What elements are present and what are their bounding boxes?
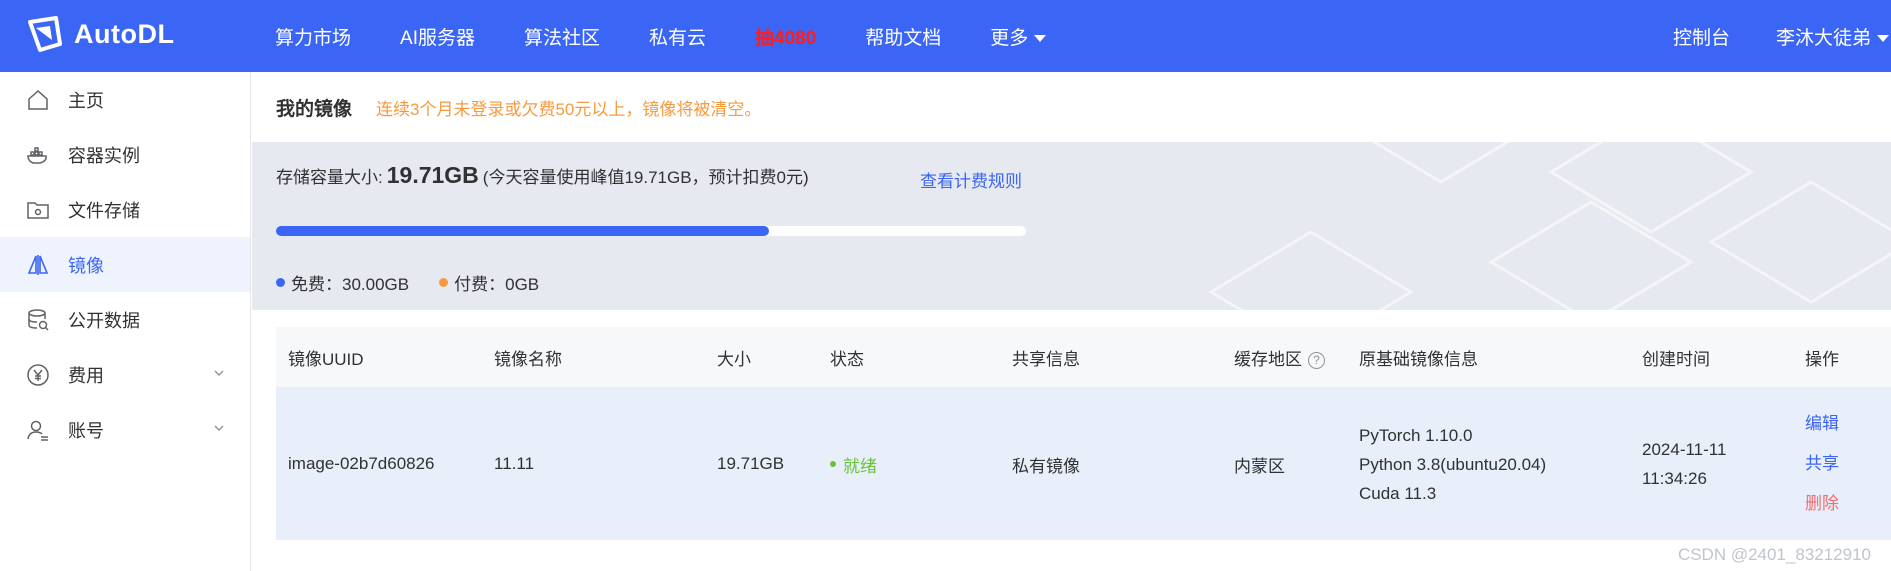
storage-progress-fill: [276, 226, 769, 236]
base-cuda: Cuda 11.3: [1359, 483, 1437, 503]
column-header-created: 创建时间: [1642, 349, 1710, 369]
legend-free-dot: [276, 278, 285, 287]
column-header-actions: 操作: [1805, 349, 1839, 369]
sidebar-item-label: 文件存储: [68, 200, 140, 221]
storage-legend: 免费：30.00GB 付费：0GB: [276, 270, 569, 295]
sidebar-item-account[interactable]: 账号: [0, 402, 250, 457]
image-name: 11.11: [494, 454, 535, 473]
sidebar: 主页 容器实例 文件存储 镜像 公开数据 费用 账号: [0, 72, 251, 571]
column-header-region: 缓存地区?: [1222, 345, 1347, 370]
logo-text: AutoDL: [74, 18, 175, 49]
sidebar-item-billing[interactable]: 费用: [0, 347, 250, 402]
status-label: 就绪: [843, 456, 877, 476]
base-pytorch: PyTorch 1.10.0: [1359, 425, 1473, 445]
column-header-uuid: 镜像UUID: [288, 349, 364, 369]
delete-button[interactable]: 删除: [1805, 484, 1891, 524]
legend-paid-dot: [439, 278, 449, 287]
watermark: CSDN @2401_83212910: [1677, 545, 1871, 564]
user-icon: [25, 417, 51, 443]
share-info: 私有镜像: [1012, 456, 1080, 476]
autodl-logo-icon: [28, 16, 62, 52]
base-image-info: PyTorch 1.10.0 Python 3.8(ubuntu20.04) C…: [1347, 421, 1630, 508]
username: 李沐大徒弟: [1775, 27, 1871, 49]
row-actions: 编辑 共享 删除: [1793, 404, 1891, 524]
nav-more[interactable]: 更多: [990, 23, 1047, 50]
main-content: 我的镜像 连续3个月未登录或欠费50元以上，镜像将被清空。 存储容量大小: 19.…: [252, 72, 1891, 571]
sidebar-item-public-data[interactable]: 公开数据: [0, 292, 250, 347]
nav-algorithm-community[interactable]: 算法社区: [524, 23, 600, 50]
legend-free: 免费：30.00GB: [276, 270, 409, 295]
column-header-name: 镜像名称: [494, 349, 562, 369]
image-uuid: image-02b7d60826: [288, 454, 435, 473]
top-navbar: AutoDL 算力市场 AI服务器 算法社区 私有云 抽4080 帮助文档 更多…: [0, 0, 1891, 72]
container-icon: [25, 142, 51, 168]
storage-note: (今天容量使用峰值19.71GB，预计扣费0元): [482, 168, 809, 187]
sidebar-item-label: 镜像: [68, 255, 104, 276]
images-table: 镜像UUID 镜像名称 大小 状态 共享信息 缓存地区? 原基础镜像信息 创建时…: [276, 327, 1891, 540]
storage-label: 存储容量大小:: [276, 168, 383, 187]
storage-progress-bar: [276, 226, 1026, 236]
chevron-down-icon[interactable]: [213, 422, 225, 434]
autodl-logo[interactable]: AutoDL: [24, 14, 174, 54]
chevron-down-icon: [1877, 34, 1889, 42]
nav-more-label: 更多: [990, 27, 1029, 49]
nav-help-docs[interactable]: 帮助文档: [865, 23, 941, 50]
decorative-background: [1208, 142, 1891, 310]
sidebar-item-label: 公开数据: [68, 310, 140, 331]
column-header-status: 状态: [830, 349, 864, 369]
table-row: image-02b7d60826 11.11 19.71GB 就绪 私有镜像 内…: [276, 388, 1891, 540]
sidebar-item-containers[interactable]: 容器实例: [0, 127, 250, 182]
storage-summary: 存储容量大小: 19.71GB (今天容量使用峰值19.71GB，预计扣费0元): [276, 162, 809, 189]
nav-private-cloud[interactable]: 私有云: [649, 23, 706, 50]
status-dot: [830, 461, 836, 467]
main-nav: 算力市场 AI服务器 算法社区 私有云 抽4080 帮助文档 更多: [275, 0, 1095, 72]
legend-paid-label: 付费：0GB: [454, 275, 540, 294]
chevron-down-icon[interactable]: [213, 367, 225, 379]
sidebar-item-images[interactable]: 镜像: [0, 237, 250, 292]
column-header-base-image: 原基础镜像信息: [1359, 349, 1478, 369]
page-header: 我的镜像 连续3个月未登录或欠费50元以上，镜像将被清空。: [252, 72, 1891, 142]
sidebar-item-label: 主页: [68, 90, 104, 111]
chevron-down-icon: [1034, 34, 1047, 42]
page-title: 我的镜像: [276, 98, 353, 120]
sidebar-item-label: 账号: [68, 420, 104, 441]
cleanup-warning: 连续3个月未登录或欠费50元以上，镜像将被清空。: [376, 99, 762, 119]
legend-free-label: 免费：30.00GB: [291, 275, 410, 294]
yen-icon: [25, 362, 51, 388]
nav-compute-market[interactable]: 算力市场: [275, 23, 351, 50]
created-time: 2024-11-11 11:34:26: [1642, 440, 1727, 488]
edit-button[interactable]: 编辑: [1805, 404, 1891, 444]
image-icon: [25, 252, 51, 278]
nav-lottery-4080[interactable]: 抽4080: [755, 23, 816, 50]
base-python: Python 3.8(ubuntu20.04): [1359, 454, 1547, 474]
table-header: 镜像UUID 镜像名称 大小 状态 共享信息 缓存地区? 原基础镜像信息 创建时…: [276, 327, 1891, 388]
database-icon: [25, 307, 51, 333]
legend-paid: 付费：0GB: [439, 270, 539, 295]
sidebar-item-file-storage[interactable]: 文件存储: [0, 182, 250, 237]
column-header-size: 大小: [717, 349, 751, 369]
console-link[interactable]: 控制台: [1673, 23, 1730, 50]
billing-rules-link[interactable]: 查看计费规则: [920, 167, 1022, 192]
question-icon[interactable]: ?: [1308, 351, 1325, 369]
sidebar-item-home[interactable]: 主页: [0, 72, 250, 127]
column-header-share: 共享信息: [1012, 349, 1080, 369]
user-menu[interactable]: 李沐大徒弟: [1776, 23, 1891, 50]
storage-panel: 存储容量大小: 19.71GB (今天容量使用峰值19.71GB，预计扣费0元) 查…: [252, 142, 1891, 310]
sidebar-item-label: 容器实例: [68, 145, 140, 166]
folder-icon: [25, 197, 51, 223]
image-size: 19.71GB: [717, 454, 785, 473]
storage-value: 19.71GB: [386, 162, 479, 188]
image-status: 就绪: [818, 452, 1000, 477]
created-time-cell: 2024-11-11 11:34:26: [1630, 435, 1793, 493]
nav-ai-server[interactable]: AI服务器: [400, 23, 475, 50]
sidebar-item-label: 费用: [68, 365, 104, 386]
cache-region: 内蒙区: [1234, 456, 1285, 476]
share-button[interactable]: 共享: [1805, 444, 1891, 484]
column-header-region-label: 缓存地区: [1234, 349, 1302, 369]
home-icon: [25, 87, 51, 113]
